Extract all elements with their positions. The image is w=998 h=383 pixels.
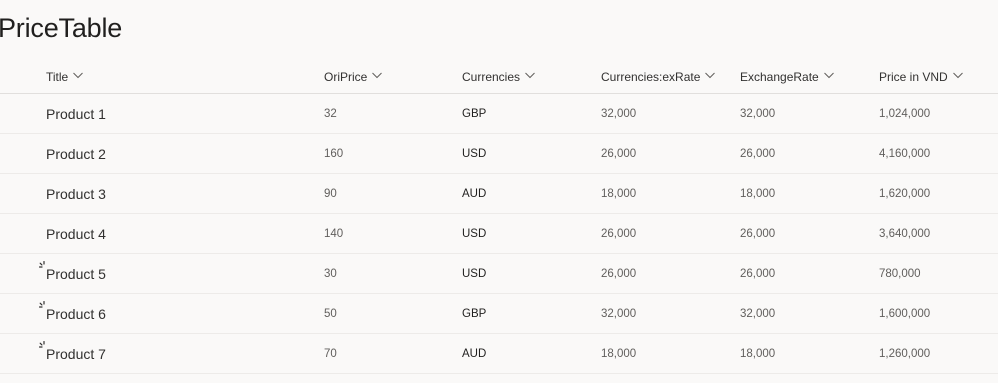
chevron-down-icon[interactable] xyxy=(72,69,84,81)
cell-currency-exrate: 26,000 xyxy=(601,227,637,240)
cell-currency-exrate: 32,000 xyxy=(601,307,637,320)
cell-price-vnd: 1,260,000 xyxy=(879,347,931,360)
column-header-label: Title xyxy=(46,69,69,84)
cell-currency: GBP xyxy=(462,107,487,120)
cell-currency-exrate: 32,000 xyxy=(601,107,637,120)
cell-oriprice: 30 xyxy=(324,267,337,280)
column-header-label: Currencies:exRate xyxy=(601,69,701,84)
column-header-label: ExchangeRate xyxy=(740,69,819,84)
cell-title[interactable]: Product 2 xyxy=(46,134,106,173)
cell-currency: USD xyxy=(462,267,487,280)
cell-oriprice: 90 xyxy=(324,187,337,200)
chevron-down-icon[interactable] xyxy=(952,69,964,81)
page-title: PriceTable xyxy=(0,13,123,43)
cell-currency: USD xyxy=(462,147,487,160)
chevron-down-icon[interactable] xyxy=(524,69,536,81)
cell-exchange-rate: 18,000 xyxy=(740,187,776,200)
column-header-currencies-exrate[interactable]: Currencies:exRate xyxy=(601,60,716,93)
cell-exchange-rate: 32,000 xyxy=(740,107,776,120)
cell-price-vnd: 780,000 xyxy=(879,267,921,280)
cell-title[interactable]: Product 4 xyxy=(46,214,106,253)
price-table: Title OriPrice Currencies Currencies:exR… xyxy=(0,60,998,374)
cell-title[interactable]: Product 5 xyxy=(46,254,106,293)
cell-title[interactable]: Product 1 xyxy=(46,94,106,133)
table-header-row: Title OriPrice Currencies Currencies:exR… xyxy=(0,60,998,94)
cell-price-vnd: 3,640,000 xyxy=(879,227,931,240)
cell-oriprice: 50 xyxy=(324,307,337,320)
column-header-title[interactable]: Title xyxy=(46,60,84,93)
column-header-label: OriPrice xyxy=(324,69,368,84)
table-row[interactable]: Product 7 70 AUD 18,000 18,000 1,260,000 xyxy=(0,334,998,374)
cell-exchange-rate: 32,000 xyxy=(740,307,776,320)
cell-currency: USD xyxy=(462,227,487,240)
table-row[interactable]: Product 1 32 GBP 32,000 32,000 1,024,000 xyxy=(0,94,998,134)
cell-currency-exrate: 26,000 xyxy=(601,267,637,280)
cell-currency: GBP xyxy=(462,307,487,320)
cell-oriprice: 160 xyxy=(324,147,344,160)
chevron-down-icon[interactable] xyxy=(371,69,383,81)
cell-currency: AUD xyxy=(462,187,487,200)
cell-price-vnd: 1,620,000 xyxy=(879,187,931,200)
cell-title[interactable]: Product 7 xyxy=(46,334,106,373)
cell-currency-exrate: 18,000 xyxy=(601,187,637,200)
table-row[interactable]: Product 6 50 GBP 32,000 32,000 1,600,000 xyxy=(0,294,998,334)
table-row[interactable]: Product 4 140 USD 26,000 26,000 3,640,000 xyxy=(0,214,998,254)
cell-oriprice: 70 xyxy=(324,347,337,360)
column-header-label: Price in VND xyxy=(879,69,948,84)
cell-title[interactable]: Product 6 xyxy=(46,294,106,333)
cell-exchange-rate: 26,000 xyxy=(740,227,776,240)
cell-price-vnd: 4,160,000 xyxy=(879,147,931,160)
table-row[interactable]: Product 5 30 USD 26,000 26,000 780,000 xyxy=(0,254,998,294)
column-header-currencies[interactable]: Currencies xyxy=(462,60,536,93)
cell-price-vnd: 1,024,000 xyxy=(879,107,931,120)
column-header-price-vnd[interactable]: Price in VND xyxy=(879,60,964,93)
cell-currency-exrate: 26,000 xyxy=(601,147,637,160)
cell-oriprice: 140 xyxy=(324,227,344,240)
column-header-label: Currencies xyxy=(462,69,521,84)
column-header-oriprice[interactable]: OriPrice xyxy=(324,60,383,93)
cell-currency-exrate: 18,000 xyxy=(601,347,637,360)
chevron-down-icon[interactable] xyxy=(823,69,835,81)
chevron-down-icon[interactable] xyxy=(704,69,716,81)
cell-exchange-rate: 26,000 xyxy=(740,267,776,280)
cell-title[interactable]: Product 3 xyxy=(46,174,106,213)
column-header-exchangerate[interactable]: ExchangeRate xyxy=(740,60,835,93)
cell-exchange-rate: 18,000 xyxy=(740,347,776,360)
cell-oriprice: 32 xyxy=(324,107,337,120)
table-row[interactable]: Product 2 160 USD 26,000 26,000 4,160,000 xyxy=(0,134,998,174)
cell-exchange-rate: 26,000 xyxy=(740,147,776,160)
table-row[interactable]: Product 3 90 AUD 18,000 18,000 1,620,000 xyxy=(0,174,998,214)
cell-currency: AUD xyxy=(462,347,487,360)
cell-price-vnd: 1,600,000 xyxy=(879,307,931,320)
